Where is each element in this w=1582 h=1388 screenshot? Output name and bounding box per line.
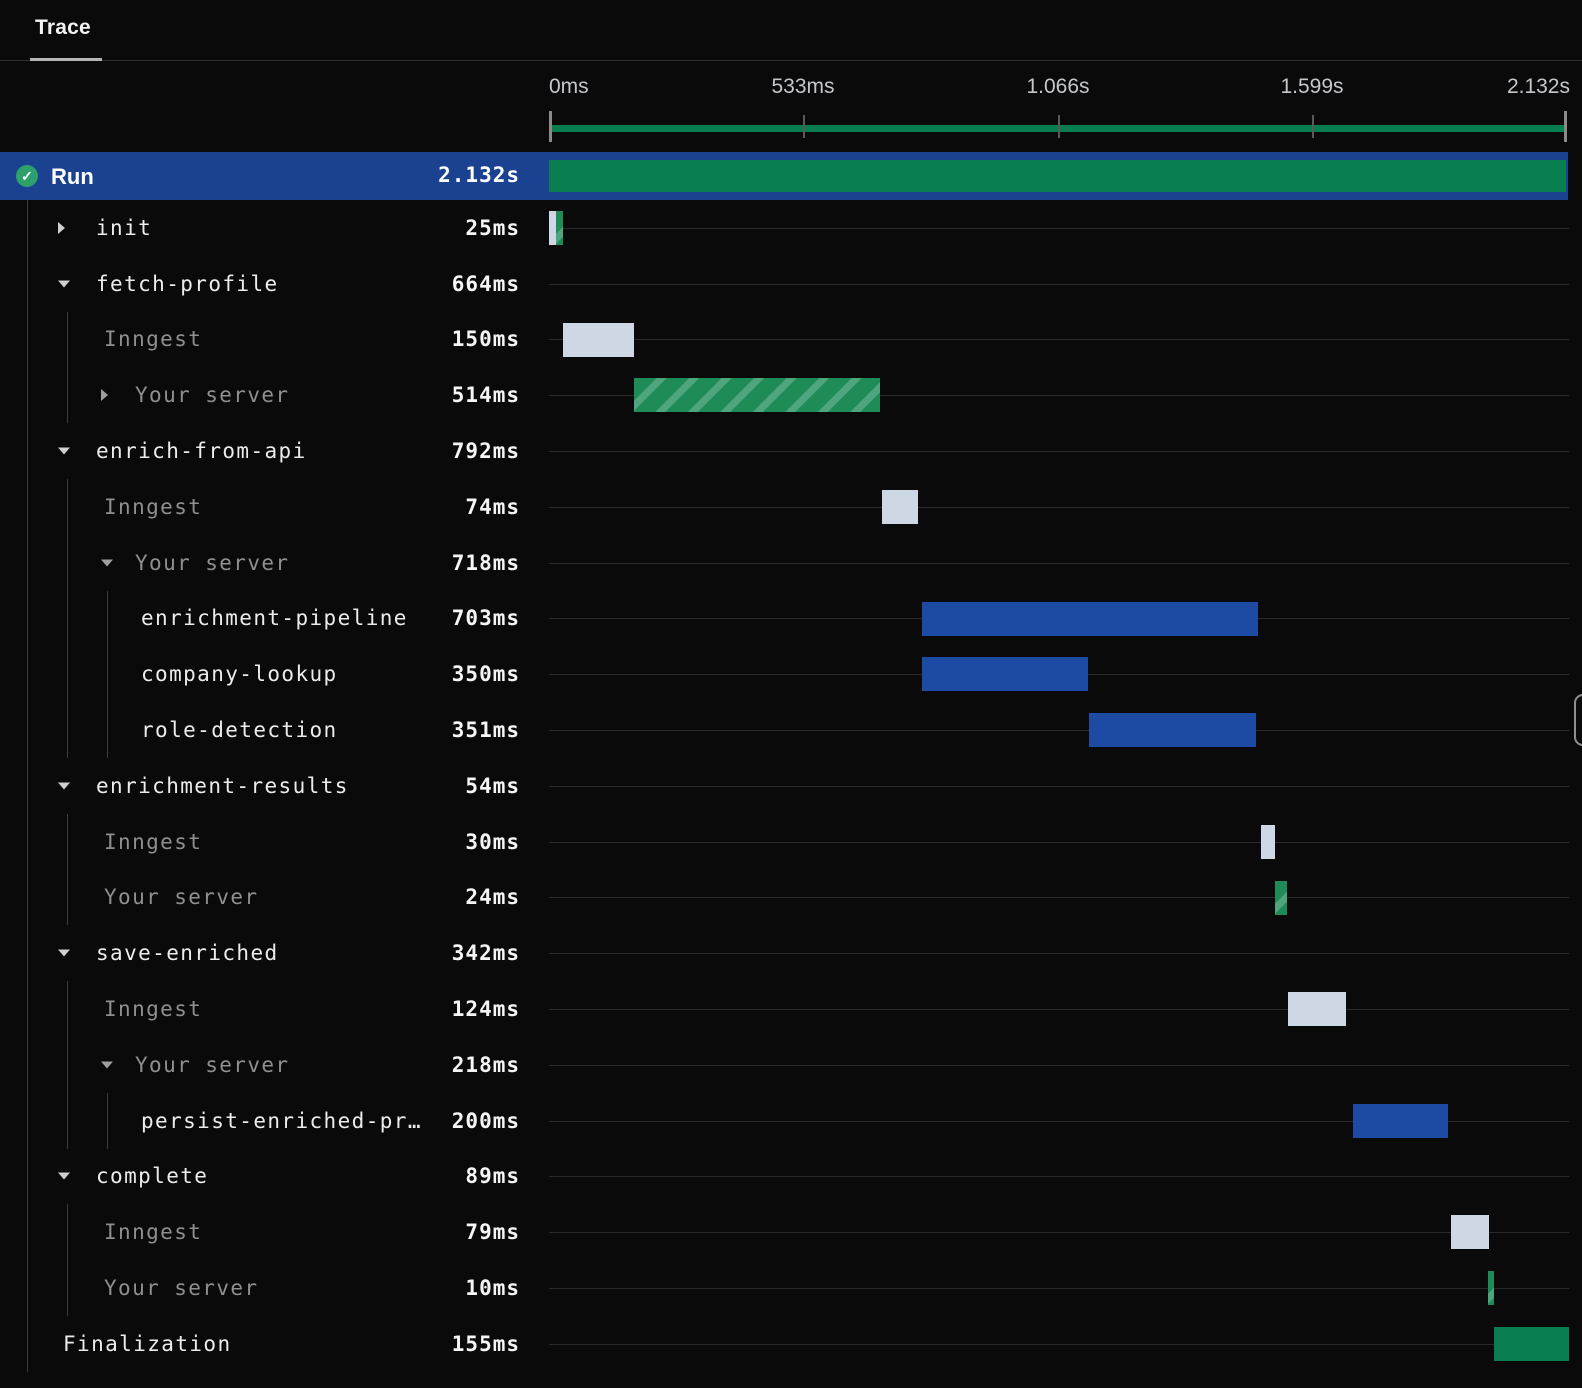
row-init[interactable]: init 25ms	[0, 200, 1582, 256]
row-finalization[interactable]: Finalization 155ms	[0, 1315, 1582, 1372]
row-duration: 25ms	[465, 215, 520, 240]
span-bar-light[interactable]	[549, 211, 556, 245]
row-duration: 24ms	[465, 885, 520, 910]
row-inngest[interactable]: Inngest 74ms	[0, 478, 1582, 535]
row-role-detection[interactable]: role-detection 351ms	[0, 702, 1582, 758]
row-duration: 703ms	[451, 606, 520, 631]
minimap-tick	[1312, 115, 1314, 138]
row-guide-line	[549, 1232, 1569, 1234]
row-complete[interactable]: complete 89ms	[0, 1148, 1582, 1205]
row-guide-line	[549, 897, 1569, 899]
row-fetch-profile[interactable]: fetch-profile 664ms	[0, 255, 1582, 312]
row-guide-line	[549, 562, 1569, 564]
span-bar-blue[interactable]	[922, 657, 1088, 692]
row-duration: 792ms	[451, 439, 520, 464]
row-your-server[interactable]: Your server 24ms	[0, 869, 1582, 926]
span-bar-light[interactable]	[882, 489, 918, 524]
row-guide-line	[549, 283, 1569, 285]
row-duration: 514ms	[451, 383, 520, 408]
row-guide-line	[549, 953, 1569, 955]
row-your-server[interactable]: Your server 514ms	[0, 367, 1582, 424]
ruler-tick-label: 533ms	[771, 75, 835, 98]
row-guide-line	[549, 730, 1569, 732]
minimap-tick	[803, 115, 805, 138]
row-persist-enriched-pr[interactable]: persist-enriched-pr… 200ms	[0, 1092, 1582, 1149]
tab-trace-label: Trace	[35, 16, 91, 39]
ruler-tick-label: 1.599s	[1280, 75, 1344, 98]
row-guide-line	[549, 841, 1569, 843]
row-guide-line	[549, 1009, 1569, 1011]
row-duration: 79ms	[465, 1220, 520, 1245]
row-duration: 218ms	[451, 1052, 520, 1077]
row-guide-line	[549, 1288, 1569, 1290]
tab-trace[interactable]: Trace	[30, 0, 102, 61]
span-bar-blue[interactable]	[1353, 1103, 1448, 1138]
row-duration: 10ms	[465, 1276, 520, 1301]
span-bar-light[interactable]	[563, 322, 634, 357]
run-span-bar[interactable]	[549, 160, 1566, 192]
span-bar-blue[interactable]	[922, 601, 1258, 636]
run-duration: 2.132s	[438, 163, 520, 187]
row-duration: 30ms	[465, 829, 520, 854]
span-bar-green_hatch[interactable]	[1275, 880, 1287, 915]
trace-panel: Trace 0ms 533ms 1.066s 1.599s 2.132s ✓ Run 2…	[0, 0, 1582, 1388]
row-duration: 718ms	[451, 550, 520, 575]
row-guide-line	[549, 339, 1569, 341]
row-duration: 89ms	[465, 1164, 520, 1189]
timeline-ruler[interactable]: 0ms 533ms 1.066s 1.599s 2.132s	[0, 61, 1582, 152]
span-bar-light[interactable]	[1261, 824, 1275, 859]
row-duration: 54ms	[465, 773, 520, 798]
row-guide-line	[549, 1343, 1569, 1345]
row-enrichment-pipeline[interactable]: enrichment-pipeline 703ms	[0, 590, 1582, 647]
row-duration: 664ms	[451, 271, 520, 296]
row-duration: 74ms	[465, 494, 520, 519]
row-your-server[interactable]: Your server 218ms	[0, 1036, 1582, 1093]
span-bar-green_hatch[interactable]	[634, 378, 880, 413]
row-guide-line	[549, 506, 1569, 508]
ruler-tick-label: 2.132s	[1506, 75, 1570, 98]
row-enrich-from-api[interactable]: enrich-from-api 792ms	[0, 423, 1582, 479]
minimap-tick	[549, 111, 552, 142]
row-your-server[interactable]: Your server 718ms	[0, 534, 1582, 591]
row-duration: 200ms	[451, 1108, 520, 1133]
row-duration: 150ms	[451, 327, 520, 352]
row-inngest[interactable]: Inngest 30ms	[0, 813, 1582, 870]
row-duration: 124ms	[451, 997, 520, 1022]
minimap-tick	[1564, 111, 1567, 142]
row-duration: 350ms	[451, 662, 520, 687]
row-guide-line	[549, 227, 1569, 229]
row-save-enriched[interactable]: save-enriched 342ms	[0, 925, 1582, 982]
span-bar-light[interactable]	[1288, 992, 1346, 1027]
span-bar-green[interactable]	[1494, 1326, 1569, 1361]
row-your-server[interactable]: Your server 10ms	[0, 1260, 1582, 1316]
span-bar-green_hatch[interactable]	[1488, 1271, 1494, 1306]
row-guide-line	[549, 451, 1569, 453]
vertical-scrollbar-thumb[interactable]	[1574, 694, 1582, 746]
span-bar-blue[interactable]	[1089, 713, 1256, 748]
row-duration: 155ms	[451, 1331, 520, 1356]
row-company-lookup[interactable]: company-lookup 350ms	[0, 646, 1582, 703]
row-enrichment-results[interactable]: enrichment-results 54ms	[0, 757, 1582, 814]
row-inngest[interactable]: Inngest 150ms	[0, 311, 1582, 368]
row-duration: 342ms	[451, 941, 520, 966]
row-guide-line	[549, 1064, 1569, 1066]
ruler-tick-label: 0ms	[549, 75, 589, 98]
tab-bar: Trace	[0, 0, 1582, 61]
span-bar-green_hatch[interactable]	[556, 211, 563, 245]
trace-rows: init 25ms fetch-profile 664ms Inngest 150ms Yo…	[0, 200, 1582, 1372]
ruler-tick-label: 1.066s	[1026, 75, 1090, 98]
row-guide-line	[549, 1176, 1569, 1178]
row-duration: 351ms	[451, 718, 520, 743]
row-inngest[interactable]: Inngest 124ms	[0, 981, 1582, 1037]
row-run[interactable]: ✓ Run 2.132s	[0, 152, 1568, 200]
span-bar-light[interactable]	[1451, 1215, 1489, 1250]
minimap-tick	[1058, 115, 1060, 138]
row-inngest[interactable]: Inngest 79ms	[0, 1204, 1582, 1261]
row-guide-line	[549, 785, 1569, 787]
